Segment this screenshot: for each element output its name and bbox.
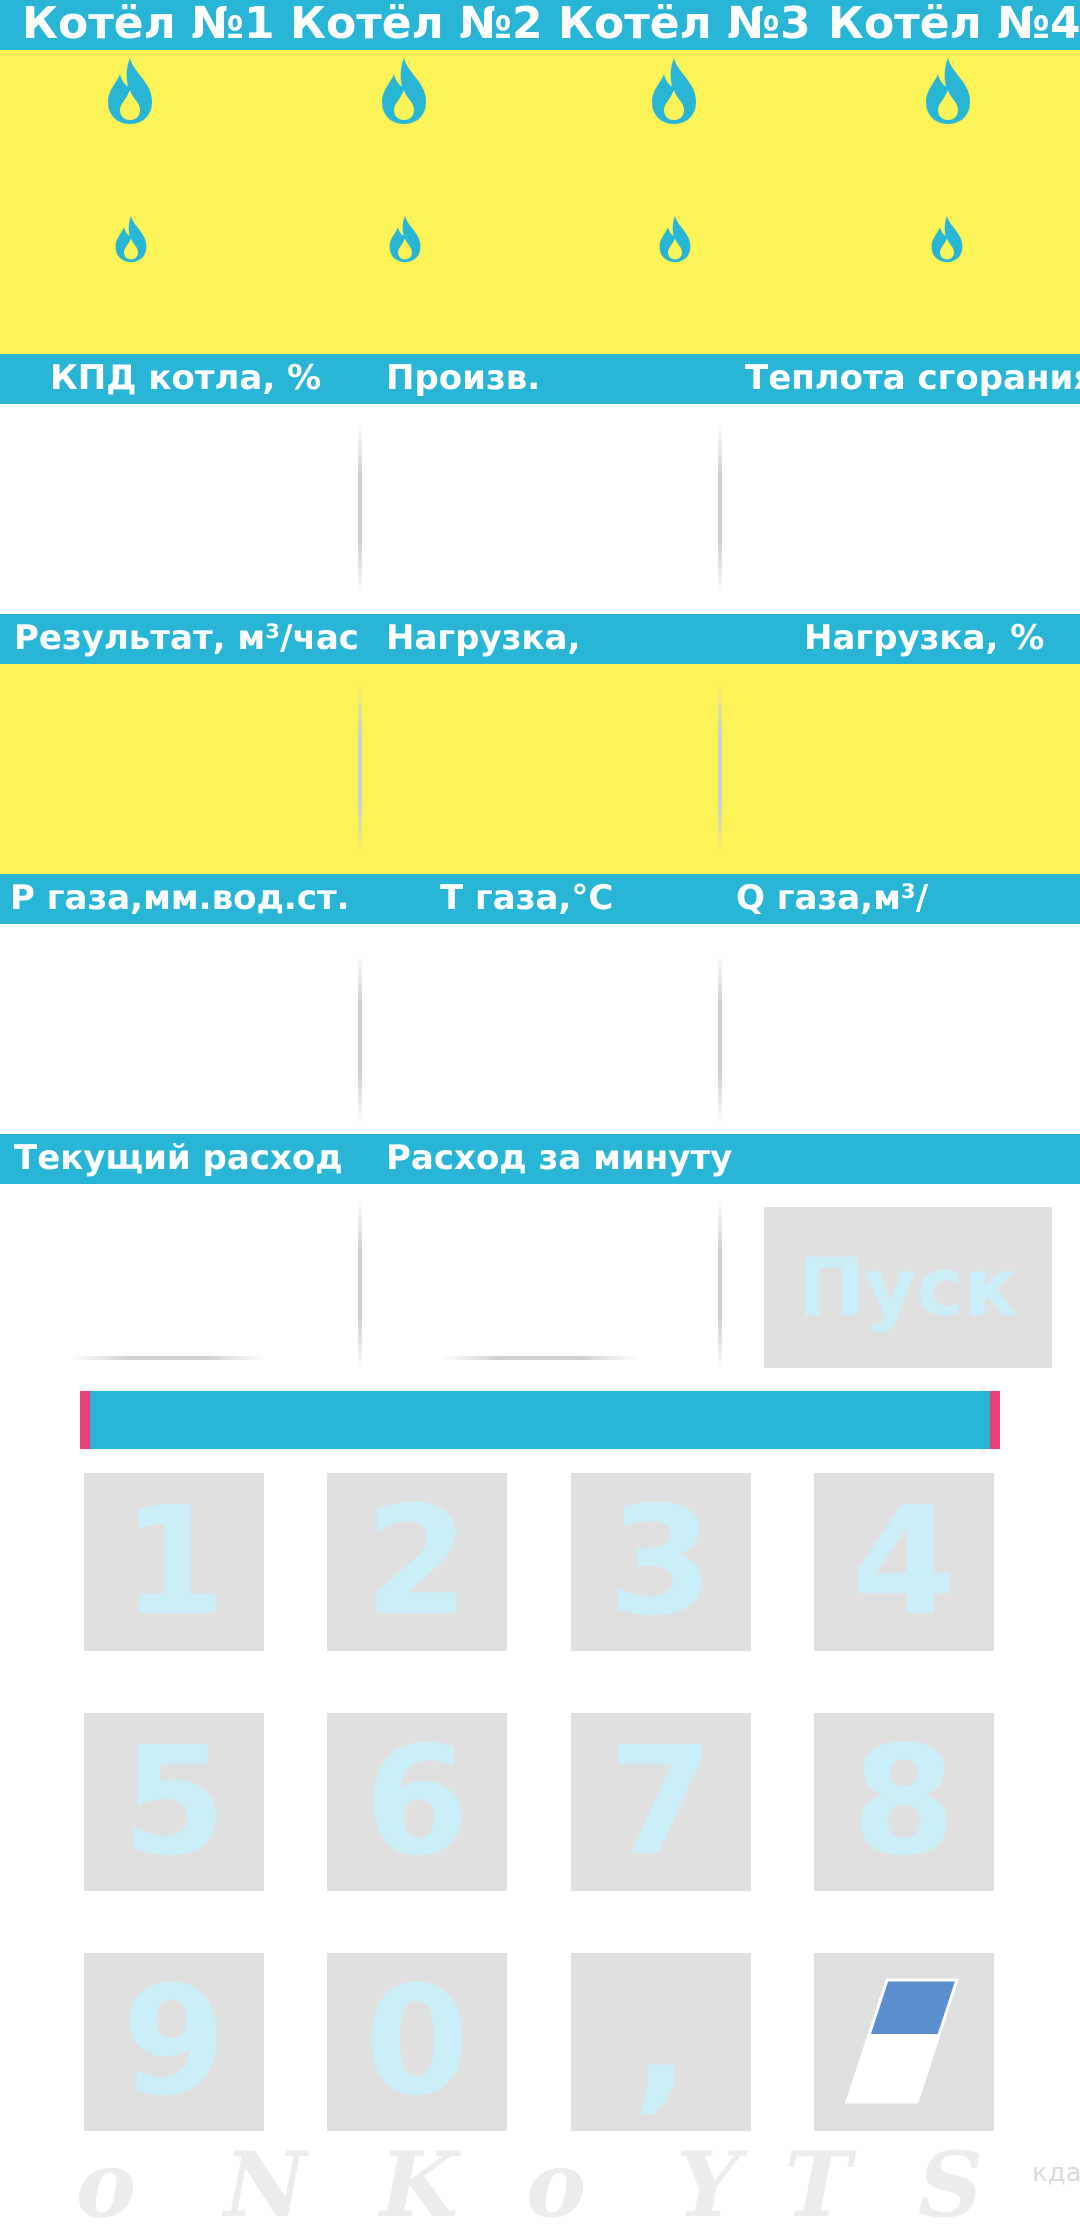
boiler-tab-2[interactable]: Котёл №2 <box>290 0 543 49</box>
column-divider <box>718 424 722 594</box>
flame-icon <box>108 58 152 124</box>
column-divider <box>718 684 722 854</box>
consumption-per-minute-label: Расход за минуту <box>386 1138 733 1178</box>
efficiency-label: КПД котла, % <box>50 358 322 398</box>
section-2-body <box>0 664 1080 874</box>
key-9[interactable]: 9 <box>84 1953 264 2131</box>
column-divider <box>358 424 362 594</box>
column-divider <box>358 684 362 854</box>
productivity-label: Произв. <box>386 358 541 398</box>
column-divider <box>718 1200 722 1370</box>
flame-icon <box>931 215 963 263</box>
key-comma[interactable]: , <box>571 1953 751 2131</box>
value-underline <box>70 1356 266 1360</box>
key-5[interactable]: 5 <box>84 1713 264 1891</box>
gas-flow-label: Q газа,м³/ <box>736 878 929 918</box>
boiler-flame-panel <box>0 50 1080 354</box>
column-divider <box>358 1200 362 1370</box>
result-label: Результат, м³/час <box>14 618 359 658</box>
section-4-header: Текущий расход Расход за минуту <box>0 1134 1080 1184</box>
flame-icon <box>652 58 696 124</box>
gas-pressure-label: P газа,мм.вод.ст. <box>10 878 350 918</box>
gas-temperature-label: T газа,°C <box>440 878 614 918</box>
flame-icon <box>659 215 691 263</box>
load-label: Нагрузка, <box>386 618 581 658</box>
value-underline <box>442 1356 638 1360</box>
load-percent-label: Нагрузка, % <box>804 618 1045 658</box>
key-7[interactable]: 7 <box>571 1713 751 1891</box>
flame-icon <box>926 58 970 124</box>
boiler-tabs: Котёл №1 Котёл №2 Котёл №3 Котёл №4 <box>0 0 1080 50</box>
erase-button[interactable] <box>814 1953 994 2131</box>
boiler-tab-1[interactable]: Котёл №1 <box>22 0 275 49</box>
start-button[interactable]: Пуск <box>764 1207 1052 1368</box>
eraser-icon <box>844 1978 960 2104</box>
key-0[interactable]: 0 <box>327 1953 507 2131</box>
progress-bar <box>80 1391 1000 1449</box>
footer-small-text: кда <box>1032 2158 1080 2188</box>
heat-of-combustion-label: Теплота сгорания <box>745 358 1080 398</box>
section-3-header: P газа,мм.вод.ст. T газа,°C Q газа,м³/ <box>0 874 1080 924</box>
key-6[interactable]: 6 <box>327 1713 507 1891</box>
flame-icon <box>382 58 426 124</box>
section-1-body <box>0 404 1080 614</box>
flame-icon <box>389 215 421 263</box>
key-8[interactable]: 8 <box>814 1713 994 1891</box>
column-divider <box>718 954 722 1124</box>
key-1[interactable]: 1 <box>84 1473 264 1651</box>
flame-icon <box>115 215 147 263</box>
boiler-tab-3[interactable]: Котёл №3 <box>558 0 811 49</box>
key-4[interactable]: 4 <box>814 1473 994 1651</box>
section-2-header: Результат, м³/час Нагрузка, Нагрузка, % <box>0 614 1080 664</box>
column-divider <box>358 954 362 1124</box>
boiler-tab-4[interactable]: Котёл №4 <box>828 0 1080 49</box>
key-2[interactable]: 2 <box>327 1473 507 1651</box>
key-3[interactable]: 3 <box>571 1473 751 1651</box>
section-1-header: КПД котла, % Произв. Теплота сгорания <box>0 354 1080 404</box>
current-consumption-label: Текущий расход <box>14 1138 343 1178</box>
section-3-body <box>0 924 1080 1134</box>
